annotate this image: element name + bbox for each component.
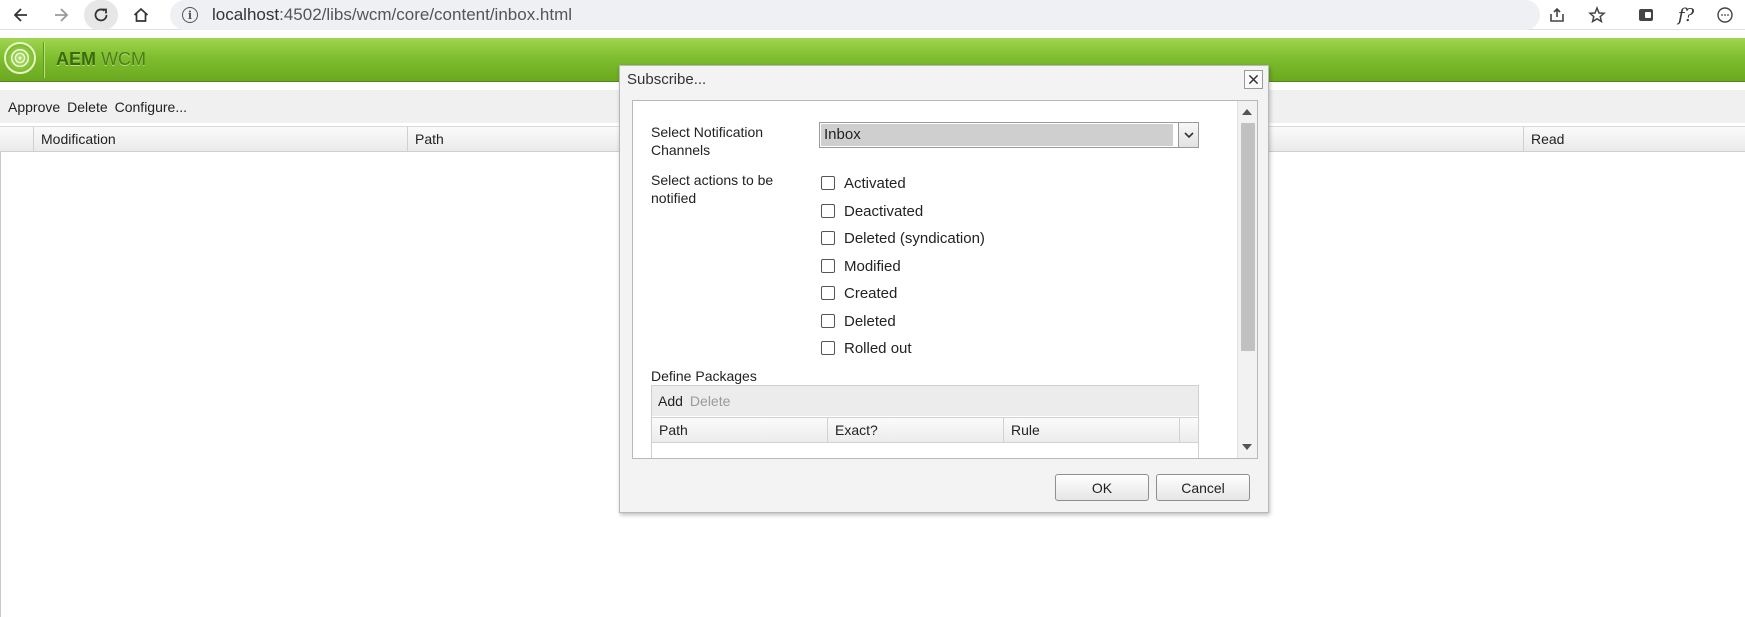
forward-arrow-icon	[55, 8, 69, 22]
ok-button[interactable]: OK	[1055, 474, 1149, 501]
column-header-exact[interactable]: Exact?	[828, 418, 1004, 442]
dropdown-trigger[interactable]	[1178, 123, 1198, 147]
scroll-down-icon[interactable]	[1242, 444, 1252, 450]
home-button[interactable]	[126, 0, 156, 30]
checkbox-label: Deleted (syndication)	[844, 229, 985, 247]
configure-button[interactable]: Configure...	[115, 99, 187, 115]
share-icon	[1550, 7, 1564, 22]
header-divider	[43, 42, 45, 78]
profile-extension[interactable]: f?	[1671, 0, 1701, 30]
bookmark-button[interactable]	[1582, 0, 1612, 30]
packages-grid-header: Path Exact? Rule	[652, 417, 1198, 443]
package-delete-button: Delete	[689, 393, 731, 409]
channels-label: Select Notification Channels	[651, 124, 764, 158]
close-icon	[1248, 74, 1259, 85]
back-button[interactable]	[6, 0, 36, 30]
checkbox-label: Activated	[844, 174, 906, 192]
checkbox-deleted[interactable]: Deleted	[821, 311, 896, 331]
delete-button[interactable]: Delete	[67, 99, 107, 115]
checkbox-box[interactable]	[821, 204, 835, 218]
scroll-thumb[interactable]	[1241, 123, 1255, 351]
notification-channel-select[interactable]: Inbox	[819, 122, 1199, 148]
checkbox-box[interactable]	[821, 286, 835, 300]
reload-button[interactable]	[84, 0, 118, 30]
star-icon	[1588, 6, 1606, 24]
checkbox-rolled-out[interactable]: Rolled out	[821, 338, 912, 358]
checkbox-created[interactable]: Created	[821, 283, 897, 303]
share-button[interactable]	[1542, 0, 1572, 30]
reload-icon	[94, 8, 108, 22]
dialog-scrollbar[interactable]	[1237, 101, 1257, 458]
site-info-icon[interactable]: i	[182, 7, 198, 23]
checkbox-box[interactable]	[821, 231, 835, 245]
checkbox-label: Deactivated	[844, 202, 924, 220]
url-text: localhost:4502/libs/wcm/core/content/inb…	[212, 5, 573, 24]
close-button[interactable]	[1244, 70, 1263, 89]
column-header-rule[interactable]: Rule	[1004, 418, 1180, 442]
address-bar[interactable]: i localhost:4502/libs/wcm/core/content/i…	[170, 0, 1540, 30]
menu-button[interactable]	[1710, 0, 1740, 30]
checkbox-label: Created	[844, 284, 898, 302]
chevron-down-icon	[1183, 132, 1194, 138]
scroll-up-icon[interactable]	[1242, 109, 1252, 115]
checkbox-deactivated[interactable]: Deactivated	[821, 201, 923, 221]
cancel-button[interactable]: Cancel	[1156, 474, 1250, 501]
account-circle-icon	[1717, 7, 1733, 23]
column-header-modification[interactable]: Modification	[33, 127, 407, 152]
subscribe-dialog: Subscribe... Select Notification Channel…	[619, 65, 1269, 513]
column-header-read[interactable]: Read	[1523, 127, 1745, 152]
package-add-button[interactable]: Add	[658, 393, 683, 409]
forward-button[interactable]	[46, 0, 76, 30]
checkbox-box[interactable]	[821, 341, 835, 355]
browser-toolbar: i localhost:4502/libs/wcm/core/content/i…	[0, 0, 1745, 30]
column-header-path[interactable]: Path	[652, 418, 828, 442]
checkbox-box[interactable]	[821, 176, 835, 190]
aem-logo-icon[interactable]	[4, 42, 36, 74]
packages-label: Define Packages	[651, 368, 757, 384]
checkbox-box[interactable]	[821, 259, 835, 273]
checkbox-modified[interactable]: Modified	[821, 256, 901, 276]
dialog-title: Subscribe...	[627, 71, 707, 88]
dialog-form: Select Notification Channels Inbox Selec…	[632, 100, 1258, 459]
checkbox-label: Modified	[844, 257, 901, 275]
grid-left-border	[0, 152, 1, 617]
checkbox-label: Rolled out	[844, 339, 912, 357]
checkbox-activated[interactable]: Activated	[821, 173, 906, 193]
extension-button[interactable]	[1631, 0, 1661, 30]
checkbox-box[interactable]	[821, 314, 835, 328]
channel-select-value: Inbox	[821, 124, 1173, 146]
actions-label: Select actions to be notified	[651, 172, 774, 206]
app-title: AEM WCM	[56, 49, 146, 69]
checkbox-deleted-syndication[interactable]: Deleted (syndication)	[821, 228, 985, 248]
packages-grid: Add Delete Path Exact? Rule	[651, 385, 1199, 458]
extension-icon	[1639, 9, 1653, 21]
checkbox-label: Deleted	[844, 312, 896, 330]
back-arrow-icon	[13, 8, 27, 22]
approve-button[interactable]: Approve	[8, 99, 60, 115]
home-icon	[133, 7, 149, 22]
column-header-path[interactable]: Path	[407, 127, 620, 152]
grid-select-column[interactable]	[0, 127, 33, 152]
packages-toolbar: Add Delete	[652, 386, 1198, 416]
